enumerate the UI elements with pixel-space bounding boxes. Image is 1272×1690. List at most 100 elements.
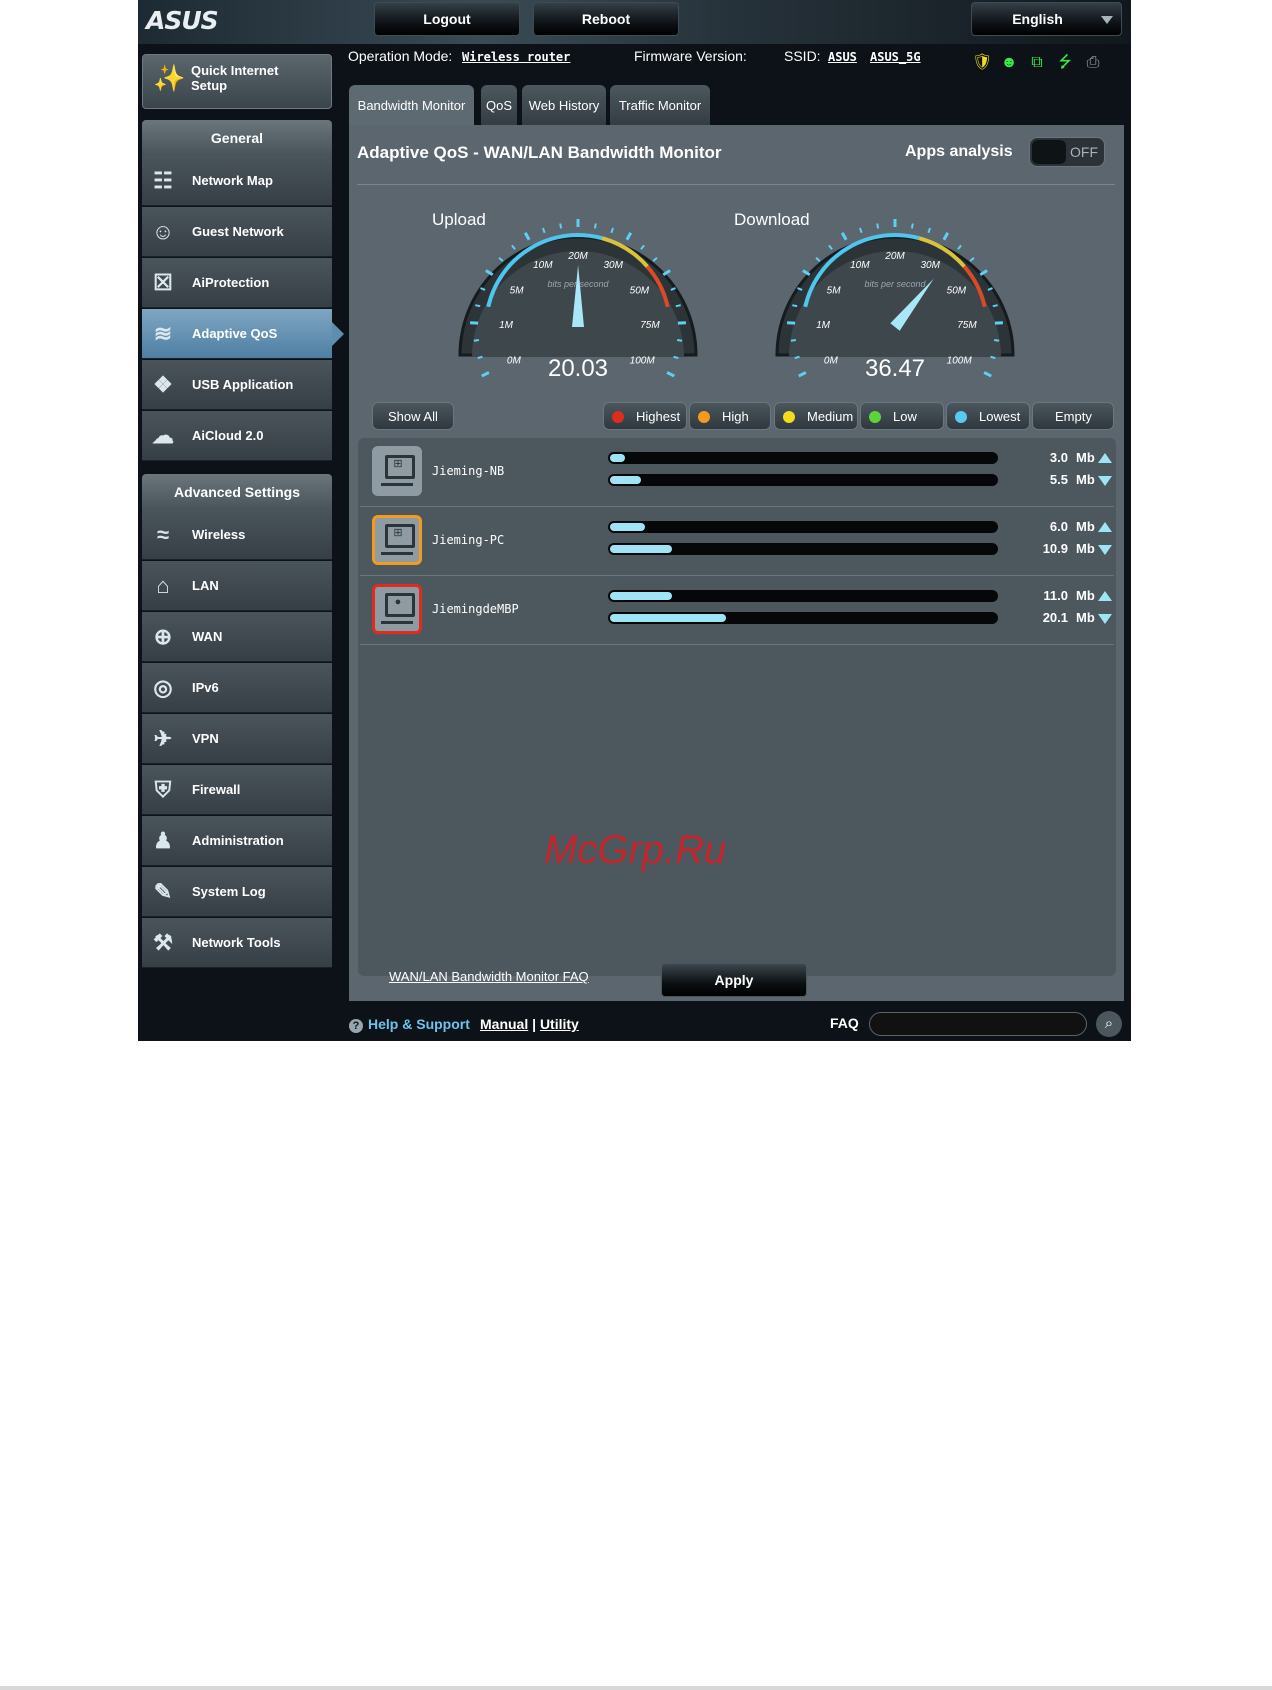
client-name: Jieming-PC: [432, 533, 505, 547]
faq-search-input[interactable]: [869, 1012, 1087, 1036]
ssid-link-24g[interactable]: ASUS: [828, 50, 857, 64]
client-row[interactable]: ⊞ Jieming-NB 3.0 Mb 5.5 Mb: [360, 438, 1114, 507]
home-icon: ⌂: [156, 573, 170, 598]
upload-rate: 6.0: [1049, 519, 1068, 534]
ssid-link-5g[interactable]: ASUS_5G: [870, 50, 921, 64]
manual-link[interactable]: Manual: [480, 1016, 528, 1032]
upload-arrow-icon: [1098, 522, 1112, 532]
sidebar-item-ipv6[interactable]: ◎ IPv6: [142, 663, 332, 713]
filter-high[interactable]: High: [689, 402, 771, 430]
help-label: Help & Support: [368, 1016, 470, 1032]
sidebar-item-aicloud[interactable]: ☁ AiCloud 2.0: [142, 411, 332, 461]
windows-logo-icon: ⊞: [393, 527, 403, 539]
clients-status-icon[interactable]: ☻: [1000, 54, 1018, 72]
windows-laptop-icon[interactable]: ⊞: [372, 446, 422, 496]
gauge-tick-label: 10M: [850, 260, 870, 271]
watermark: McGrp.Ru: [544, 828, 727, 872]
windows-desktop-icon[interactable]: ⊞: [372, 515, 422, 565]
client-row[interactable]: ● JiemingdeMBP 11.0 Mb 20.1 Mb: [360, 576, 1114, 645]
windows-logo-icon: ⊞: [393, 458, 403, 470]
rate-unit: Mb: [1076, 450, 1095, 465]
language-select[interactable]: English: [971, 2, 1122, 36]
filter-label: Show All: [388, 409, 438, 424]
sidebar-item-lan[interactable]: ⌂ LAN: [142, 561, 332, 611]
download-value: 36.47: [864, 355, 926, 382]
gauge-tick: [969, 257, 975, 262]
ssid-label: SSID:: [784, 48, 821, 64]
qos-icon: ≋: [153, 321, 173, 346]
tab-traffic-monitor[interactable]: Traffic Monitor: [610, 85, 710, 125]
download-bar: [608, 612, 998, 624]
sidebar-item-guest-network[interactable]: ☺ Guest Network: [142, 207, 332, 257]
sidebar-item-wan[interactable]: ⊕ WAN: [142, 612, 332, 662]
search-icon[interactable]: ⌕: [1096, 1011, 1122, 1037]
filter-medium[interactable]: Medium: [774, 402, 858, 430]
gauge-tick: [559, 223, 563, 229]
gauge-tick: [652, 257, 658, 262]
gauge-tick: [792, 304, 798, 308]
tab-bandwidth-monitor[interactable]: Bandwidth Monitor: [349, 85, 474, 125]
quick-internet-setup-button[interactable]: ✨ Quick Internet Setup: [142, 54, 332, 109]
filter-low[interactable]: Low: [860, 402, 944, 430]
sidebar-item-administration[interactable]: ♟ Administration: [142, 816, 332, 866]
utility-link[interactable]: Utility: [540, 1016, 579, 1032]
sidebar-item-usb-application[interactable]: ❖ USB Application: [142, 360, 332, 410]
sidebar-item-aiprotection[interactable]: ☒ AiProtection: [142, 258, 332, 308]
divider: [357, 184, 1115, 185]
bandwidth-monitor-faq-link[interactable]: WAN/LAN Bandwidth Monitor FAQ: [389, 969, 589, 984]
sidebar-item-network-map[interactable]: ☷ Network Map: [142, 156, 332, 206]
apps-analysis-toggle[interactable]: OFF: [1029, 137, 1105, 167]
rate-unit: Mb: [1076, 610, 1095, 625]
filter-label: Low: [893, 409, 917, 424]
apply-button[interactable]: Apply: [661, 963, 807, 997]
help-support[interactable]: ? Help & Support: [349, 1016, 470, 1033]
base-shape: [381, 621, 413, 624]
sidebar-item-network-tools[interactable]: ⚒ Network Tools: [142, 918, 332, 968]
gauge-tick: [957, 244, 962, 250]
upload-bar: [608, 590, 998, 602]
gauge-tick-label: 20M: [884, 251, 905, 262]
vpn-icon: ✈: [153, 726, 173, 751]
sidebar-item-vpn[interactable]: ✈ VPN: [142, 714, 332, 764]
printer-status-icon[interactable]: ⎙: [1084, 54, 1102, 72]
usb-status-icon[interactable]: ⭍: [1056, 54, 1074, 72]
gauge-tick-label: 5M: [827, 285, 842, 296]
download-arrow-icon: [1098, 545, 1112, 555]
link-separator: |: [532, 1016, 537, 1032]
filter-lowest[interactable]: Lowest: [946, 402, 1030, 430]
download-bar-fill: [610, 545, 672, 553]
sidebar-item-label: AiProtection: [192, 275, 270, 290]
gauge-tick: [498, 257, 504, 262]
security-status-icon[interactable]: 🛡: [972, 54, 992, 72]
sidebar-item-wireless[interactable]: ≈ Wireless: [142, 510, 332, 560]
sidebar-item-adaptive-qos[interactable]: ≋ Adaptive QoS: [142, 309, 344, 359]
help-icon: ?: [349, 1019, 363, 1033]
operation-mode-link[interactable]: Wireless router: [462, 50, 570, 64]
logout-button[interactable]: Logout: [374, 2, 520, 36]
upload-bar-fill: [610, 523, 645, 531]
magic-wand-icon: ✨: [153, 63, 186, 93]
devices-status-icon[interactable]: ⧉: [1028, 54, 1046, 72]
tab-web-history[interactable]: Web History: [522, 85, 606, 125]
apple-laptop-icon[interactable]: ●: [372, 584, 422, 634]
operation-mode-label: Operation Mode:: [348, 48, 453, 64]
rate-unit: Mb: [1076, 519, 1095, 534]
globe-icon: ⊕: [153, 624, 173, 649]
tab-qos[interactable]: QoS: [481, 85, 517, 125]
upload-arrow-icon: [1098, 591, 1112, 601]
medium-dot: [783, 411, 795, 423]
filter-empty[interactable]: Empty: [1032, 402, 1114, 430]
client-row[interactable]: ⊞ Jieming-PC 6.0 Mb 10.9 Mb: [360, 507, 1114, 576]
download-arrow-icon: [1098, 476, 1112, 486]
gauge-tick: [485, 269, 494, 277]
show-all-button[interactable]: Show All: [372, 402, 454, 430]
sidebar-item-label: Firewall: [192, 782, 241, 797]
filter-highest[interactable]: Highest: [603, 402, 687, 430]
reboot-button[interactable]: Reboot: [533, 2, 679, 36]
sidebar-item-system-log[interactable]: ✎ System Log: [142, 867, 332, 917]
manual-utility-links: Manual | Utility: [480, 1016, 579, 1032]
gauge-tick: [979, 269, 988, 277]
sidebar-item-label: USB Application: [192, 377, 294, 392]
sidebar-item-label: Wireless: [192, 527, 246, 542]
sidebar-item-firewall[interactable]: ⛨ Firewall: [142, 765, 332, 815]
